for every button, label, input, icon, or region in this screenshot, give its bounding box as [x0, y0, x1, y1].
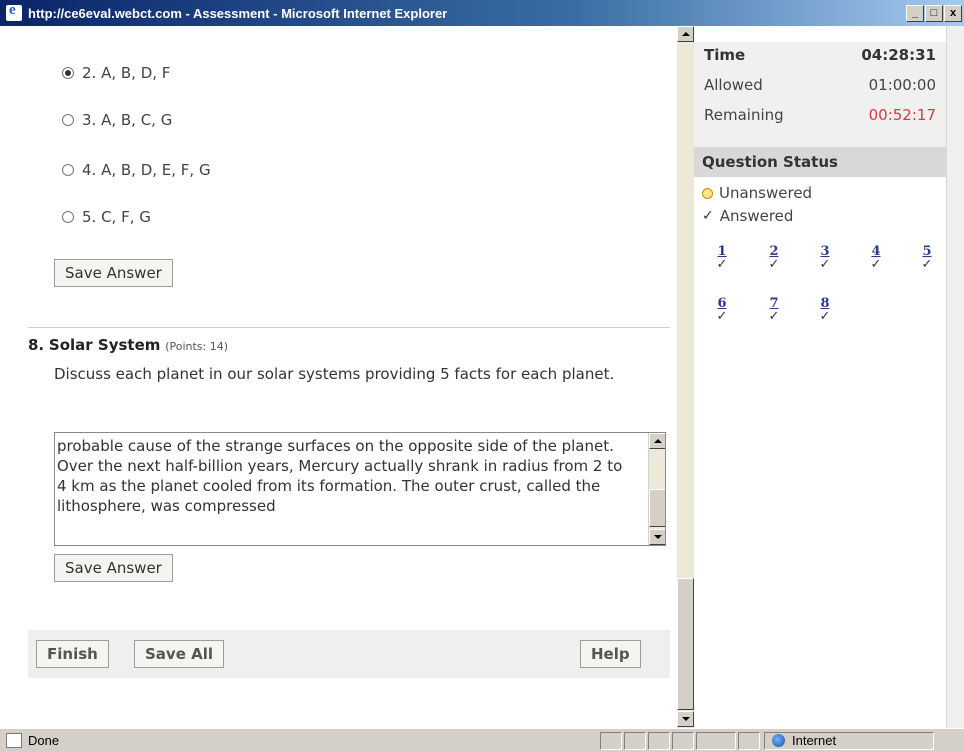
remaining-label: Remaining: [704, 106, 784, 124]
status-panel: [600, 732, 622, 750]
option-label: 5. C, F, G: [82, 208, 151, 226]
time-row: Time 04:28:31: [704, 46, 936, 64]
answer-option-5[interactable]: 5. C, F, G: [62, 208, 151, 226]
question-divider: [28, 327, 670, 328]
checkmark-icon: ✓: [716, 257, 728, 272]
scroll-up-arrow-icon[interactable]: [677, 26, 694, 42]
save-answer-button-q7[interactable]: Save Answer: [54, 259, 173, 287]
time-label: Time: [704, 46, 746, 64]
radio-button[interactable]: [62, 164, 74, 176]
assessment-pane: 2. A, B, D, F 3. A, B, C, G 4. A, B, D, …: [10, 26, 675, 728]
finish-button[interactable]: Finish: [36, 640, 109, 668]
textarea-scrollbar[interactable]: [648, 433, 665, 545]
checkmark-icon: ✓: [702, 208, 714, 224]
answer-text[interactable]: probable cause of the strange surfaces o…: [57, 436, 635, 516]
question-status-heading: Question Status: [694, 147, 946, 177]
option-label: 2. A, B, D, F: [82, 64, 171, 82]
internet-explorer-icon: [6, 2, 22, 21]
checkmark-icon: ✓: [819, 309, 831, 324]
radio-button-checked[interactable]: [62, 67, 74, 79]
question-link-4[interactable]: 4 ✓: [866, 244, 886, 271]
question-prompt: Discuss each planet in our solar systems…: [54, 365, 615, 383]
radio-button[interactable]: [62, 211, 74, 223]
allowed-row: Allowed 01:00:00: [704, 76, 936, 94]
status-pane-scrollbar[interactable]: [946, 26, 964, 728]
question-title: 8. Solar System (Points: 14): [28, 336, 228, 354]
status-panel: [672, 732, 694, 750]
answer-option-2[interactable]: 2. A, B, D, F: [62, 64, 170, 82]
status-pane: Time 04:28:31 Allowed 01:00:00 Remaining…: [694, 26, 946, 728]
status-panel: [624, 732, 646, 750]
scroll-thumb[interactable]: [677, 578, 694, 710]
zone-panel: [764, 732, 934, 750]
time-value: 04:28:31: [861, 46, 936, 64]
option-label: 4. A, B, D, E, F, G: [82, 161, 211, 179]
legend-answered-label: Answered: [719, 207, 794, 225]
window-titlebar: http://ce6eval.webct.com - Assessment - …: [0, 0, 964, 26]
question-link-3[interactable]: 3 ✓: [815, 244, 835, 271]
answer-textarea[interactable]: probable cause of the strange surfaces o…: [54, 432, 666, 546]
status-panel: [696, 732, 736, 750]
checkmark-icon: ✓: [768, 309, 780, 324]
question-link-8[interactable]: 8 ✓: [815, 296, 835, 323]
save-answer-button-q8[interactable]: Save Answer: [54, 554, 173, 582]
zone-label: Internet: [792, 733, 837, 748]
legend-unanswered-label: Unanswered: [719, 184, 813, 202]
question-points: (Points: 14): [165, 340, 229, 353]
checkmark-icon: ✓: [768, 257, 780, 272]
scroll-down-arrow-icon[interactable]: [649, 529, 665, 545]
question-link-5[interactable]: 5 ✓: [917, 244, 937, 271]
unanswered-circle-icon: [702, 187, 713, 199]
radio-button[interactable]: [62, 114, 74, 126]
option-label: 3. A, B, C, G: [82, 111, 173, 129]
assessment-footer: Finish Save All Help: [28, 630, 670, 678]
help-button[interactable]: Help: [580, 640, 641, 668]
scroll-up-arrow-icon[interactable]: [649, 433, 665, 449]
allowed-label: Allowed: [704, 76, 763, 94]
checkmark-icon: ✓: [921, 257, 933, 272]
legend-unanswered: Unanswered: [702, 184, 812, 202]
maximize-button[interactable]: □: [925, 4, 943, 22]
save-all-button[interactable]: Save All: [134, 640, 224, 668]
question-link-6[interactable]: 6 ✓: [712, 296, 732, 323]
allowed-value: 01:00:00: [868, 76, 936, 94]
internet-zone-globe-icon: [772, 734, 785, 747]
assessment-scrollbar[interactable]: [677, 26, 694, 728]
close-button[interactable]: x: [944, 4, 962, 22]
answer-option-4[interactable]: 4. A, B, D, E, F, G: [62, 161, 211, 179]
status-panel: [738, 732, 760, 750]
remaining-value: 00:52:17: [868, 106, 936, 124]
remaining-row: Remaining 00:52:17: [704, 106, 936, 124]
status-text: Done: [28, 733, 60, 748]
question-link-7[interactable]: 7 ✓: [764, 296, 784, 323]
checkmark-icon: ✓: [819, 257, 831, 272]
answer-option-3[interactable]: 3. A, B, C, G: [62, 111, 172, 129]
browser-statusbar: Done Internet: [0, 728, 964, 752]
browser-content: 2. A, B, D, F 3. A, B, C, G 4. A, B, D, …: [0, 26, 964, 728]
window-controls: _ □ x: [906, 4, 962, 22]
question-link-1[interactable]: 1 ✓: [712, 244, 732, 271]
question-link-2[interactable]: 2 ✓: [764, 244, 784, 271]
minimize-button[interactable]: _: [906, 4, 924, 22]
question-name: Solar System: [48, 336, 161, 354]
window-title: http://ce6eval.webct.com - Assessment - …: [28, 5, 448, 21]
page-icon: [6, 733, 22, 748]
scroll-down-arrow-icon[interactable]: [677, 711, 694, 727]
legend-answered: ✓ Answered: [702, 207, 793, 225]
scroll-thumb[interactable]: [649, 489, 665, 527]
checkmark-icon: ✓: [870, 257, 882, 272]
checkmark-icon: ✓: [716, 309, 728, 324]
status-panel: [648, 732, 670, 750]
question-number: 8.: [28, 336, 45, 354]
